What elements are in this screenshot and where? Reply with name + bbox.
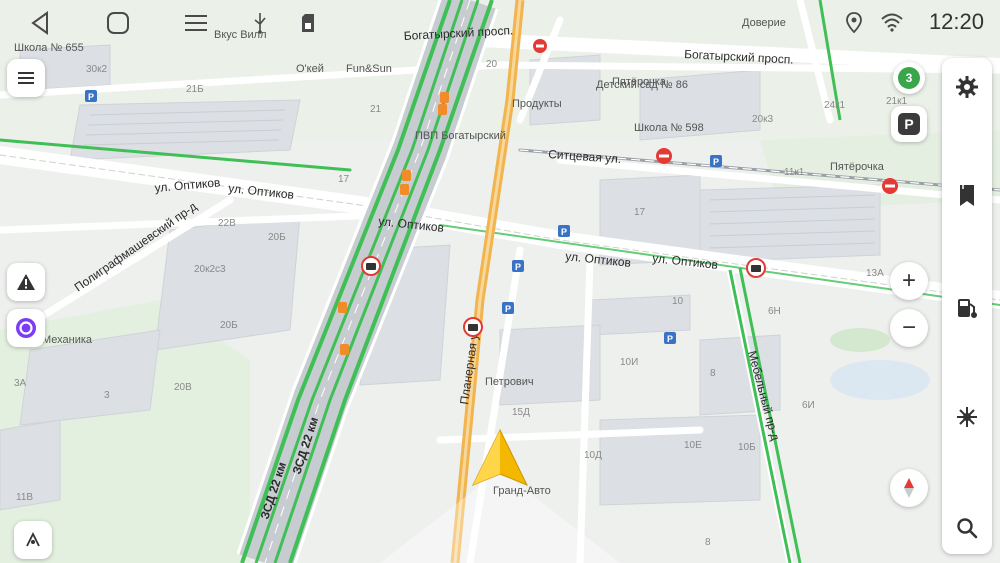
house-number: 6Н [768, 306, 781, 317]
zoom-out-button[interactable]: − [890, 309, 928, 347]
house-number: 20 [486, 59, 498, 70]
usb-icon [242, 6, 278, 40]
house-number: 21Б [186, 84, 204, 95]
svg-text:P: P [505, 304, 511, 314]
house-number: 3 [104, 390, 110, 401]
recents-menu-icon[interactable] [178, 6, 214, 40]
menu-icon [18, 72, 34, 84]
poi-pyaterochka-2[interactable]: Пятёрочка [830, 161, 885, 173]
bookmarks-button[interactable] [942, 171, 992, 221]
poi-grand-avto[interactable]: Гранд-Авто [493, 485, 551, 497]
house-number: 10 [672, 296, 684, 307]
poi-okey[interactable]: О'кей [296, 63, 324, 75]
parking-marker[interactable]: P [558, 225, 570, 237]
layers-button[interactable] [14, 521, 52, 559]
parking-icon: P [898, 113, 920, 135]
back-icon[interactable] [22, 6, 58, 40]
wifi-icon [880, 12, 903, 34]
poi-funsun[interactable]: Fun&Sun [346, 63, 392, 75]
svg-text:P: P [667, 334, 673, 344]
house-number: 20к3 [752, 114, 773, 125]
alice-icon [16, 318, 36, 338]
poi-detsad[interactable]: Детский сад № 86 [596, 79, 688, 91]
svg-text:P: P [88, 92, 94, 102]
map-canvas[interactable]: ул. Оптиков ул. Оптиков ул. Оптиков ул. … [0, 0, 1000, 563]
house-number: 10Е [684, 440, 702, 451]
parking-marker[interactable]: P [664, 332, 676, 344]
svg-text:P: P [713, 157, 719, 167]
speed-limit-value: 3 [898, 67, 920, 89]
house-number: 10Б [738, 442, 756, 453]
house-number: 8 [705, 537, 711, 548]
parking-button[interactable]: P [891, 106, 927, 142]
speed-limit-badge: 3 [893, 62, 925, 94]
search-button[interactable] [942, 503, 992, 553]
speed-camera-icon[interactable] [361, 256, 381, 276]
fuel-button[interactable] [942, 283, 992, 333]
house-number: 6И [802, 400, 815, 411]
report-incident-button[interactable] [7, 263, 45, 301]
svg-text:P: P [561, 227, 567, 237]
svg-text:P: P [515, 262, 521, 272]
house-number: 11к1 [784, 167, 805, 178]
house-number: 11В [16, 492, 33, 503]
poi-mekhanika[interactable]: Механика [42, 334, 93, 346]
compass-icon [904, 478, 914, 498]
location-pin-icon [845, 12, 867, 34]
zoom-in-button[interactable]: + [890, 262, 928, 300]
house-number: 10Д [584, 450, 602, 461]
house-number: 20Б [268, 232, 286, 243]
bookmark-icon [960, 185, 974, 206]
house-number: 13А [866, 268, 884, 279]
house-number: 21 [370, 104, 382, 115]
route-swap-icon [26, 531, 40, 547]
system-bar: 12:20 [0, 0, 1000, 46]
house-number: 10И [620, 357, 638, 368]
parking-marker[interactable]: P [85, 90, 97, 102]
right-toolbar [942, 58, 992, 554]
parking-marker[interactable]: P [710, 155, 722, 167]
house-number: 22В [218, 218, 236, 229]
house-number: 20к2с3 [194, 264, 226, 275]
house-number: 30к2 [86, 64, 107, 75]
warning-icon [17, 274, 35, 290]
poi-shkola598[interactable]: Школа № 598 [634, 122, 704, 134]
sim-card-icon [290, 6, 326, 40]
house-number: 17 [634, 207, 646, 218]
gear-icon [956, 76, 978, 98]
poi-produkty[interactable]: Продукты [512, 98, 562, 110]
speed-camera-icon[interactable] [746, 258, 766, 278]
speed-camera-icon[interactable] [463, 317, 483, 337]
no-entry-sign-icon [656, 148, 672, 164]
house-number: 15Д [512, 407, 530, 418]
parking-marker[interactable]: P [512, 260, 524, 272]
status-clock: 12:20 [928, 9, 984, 34]
house-number: 17 [338, 174, 350, 185]
no-entry-sign-icon [882, 178, 898, 194]
poi-petrovich[interactable]: Петрович [485, 376, 534, 388]
voice-button[interactable] [942, 392, 992, 442]
fuel-pump-icon [958, 299, 977, 318]
alice-assistant-button[interactable] [7, 309, 45, 347]
poi-pvp[interactable]: ПВП Богатырский [415, 130, 506, 142]
parking-marker[interactable]: P [502, 302, 514, 314]
house-number: 8 [710, 368, 716, 379]
compass-button[interactable] [890, 469, 928, 507]
settings-button[interactable] [942, 62, 992, 112]
home-icon[interactable] [100, 6, 136, 40]
menu-button[interactable] [7, 59, 45, 97]
house-number: 3А [14, 378, 27, 389]
house-number: 20Б [220, 320, 238, 331]
house-number: 24к1 [824, 100, 845, 111]
search-icon [957, 518, 978, 539]
house-number: 20В [174, 382, 192, 393]
splash-icon [957, 407, 977, 427]
